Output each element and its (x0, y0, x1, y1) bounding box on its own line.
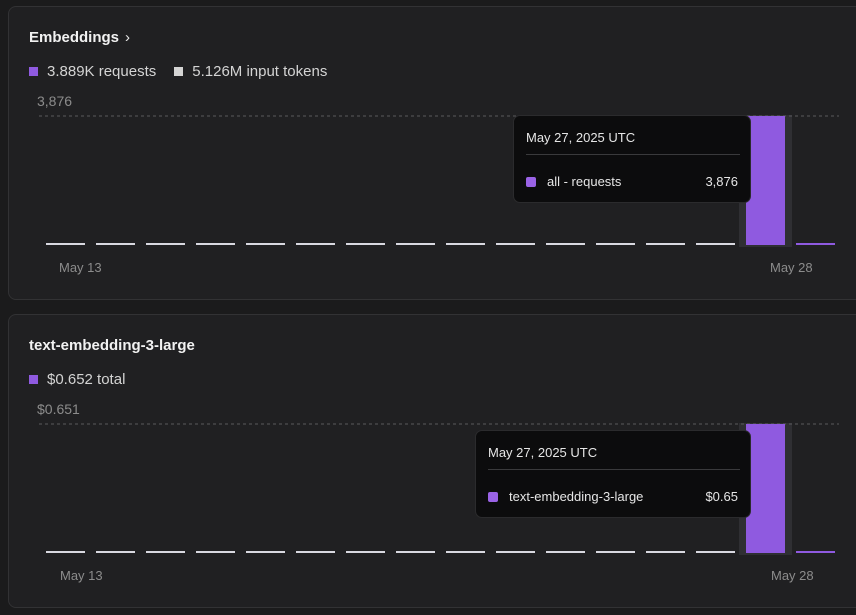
bar-may-25 (646, 551, 685, 553)
x-axis-end-label: May 28 (770, 260, 813, 275)
bar-may-23 (546, 551, 585, 553)
bar-may-25 (646, 243, 685, 245)
tooltip-series-swatch (488, 491, 498, 502)
bar-may-27 (746, 424, 785, 553)
bar-may-23 (546, 243, 585, 245)
x-axis-end-label: May 28 (771, 568, 814, 583)
bar-may-24 (596, 551, 635, 553)
tooltip-divider (526, 154, 740, 155)
bar-may-13 (46, 243, 85, 245)
bar-may-16 (196, 243, 235, 245)
bar-may-19 (346, 551, 385, 553)
bar-may-27 (746, 116, 785, 245)
bar-may-18 (296, 243, 335, 245)
bar-may-28 (796, 551, 835, 553)
tooltip-value: $0.65 (705, 489, 738, 504)
bar-may-19 (346, 243, 385, 245)
bar-may-17 (246, 243, 285, 245)
bar-may-17 (246, 551, 285, 553)
model-cost-card: text-embedding-3-large $0.652 total $0.6… (8, 314, 856, 608)
tooltip-value: 3,876 (705, 174, 738, 189)
x-axis-start-label: May 13 (59, 260, 102, 275)
tooltip-series-name: text-embedding-3-large (509, 489, 644, 504)
bar-may-18 (296, 551, 335, 553)
bar-may-14 (96, 551, 135, 553)
bar-may-20 (396, 551, 435, 553)
tooltip-date: May 27, 2025 UTC (526, 130, 636, 145)
embeddings-card: Embeddings › 3.889K requests 5.126M inpu… (8, 6, 856, 300)
bar-may-28 (796, 243, 835, 245)
bar-may-22 (496, 551, 535, 553)
tooltip-date: May 27, 2025 UTC (488, 445, 598, 460)
bar-may-21 (446, 551, 485, 553)
tooltip-series-swatch (526, 176, 536, 187)
bar-may-21 (446, 243, 485, 245)
x-axis-start-label: May 13 (60, 568, 103, 583)
bar-may-22 (496, 243, 535, 245)
bar-may-13 (46, 551, 85, 553)
bar-may-14 (96, 243, 135, 245)
bar-may-26 (696, 551, 735, 553)
bar-may-26 (696, 243, 735, 245)
tooltip-row: text-embedding-3-large $0.65 (488, 489, 738, 504)
bar-may-20 (396, 243, 435, 245)
bar-may-15 (146, 551, 185, 553)
chart-tooltip: May 27, 2025 UTC all - requests 3,876 (513, 115, 751, 203)
bar-may-24 (596, 243, 635, 245)
bar-may-16 (196, 551, 235, 553)
chart-tooltip: May 27, 2025 UTC text-embedding-3-large … (475, 430, 751, 518)
tooltip-row: all - requests 3,876 (526, 174, 738, 189)
tooltip-series-name: all - requests (547, 174, 622, 189)
tooltip-divider (488, 469, 740, 470)
bar-may-15 (146, 243, 185, 245)
